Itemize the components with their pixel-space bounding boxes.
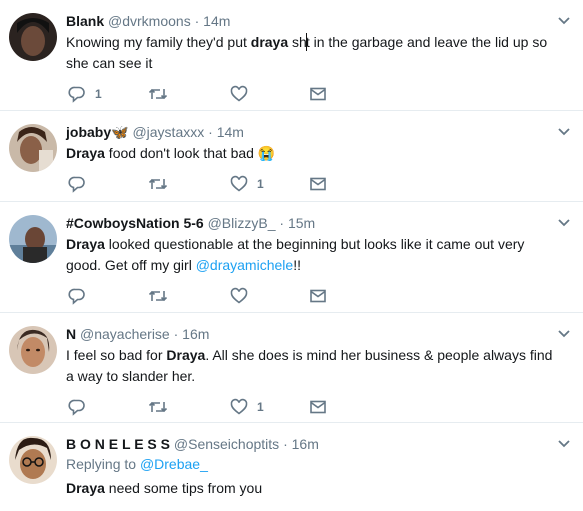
handle[interactable]: @Senseichoptits — [174, 436, 279, 452]
handle[interactable]: @BlizzyB_ — [208, 215, 276, 231]
timestamp[interactable]: 15m — [288, 215, 315, 231]
tweet-actions — [66, 278, 553, 314]
envelope-icon — [310, 400, 326, 414]
tweet-text: Draya food don't look that bad 😭 — [66, 145, 276, 161]
heart-icon — [230, 85, 248, 102]
handle[interactable]: @jaystaxxx — [132, 124, 204, 140]
chevron-down-icon[interactable] — [557, 127, 571, 137]
envelope-icon — [310, 177, 326, 191]
chevron-down-icon[interactable] — [557, 439, 571, 449]
mention-link[interactable]: @drayamichele — [196, 257, 293, 273]
reply-icon — [68, 176, 85, 193]
like-button[interactable] — [230, 85, 257, 103]
retweet-button[interactable] — [148, 175, 168, 193]
retweet-button[interactable] — [148, 287, 168, 305]
reply-button[interactable] — [68, 287, 95, 305]
reply-count: 1 — [95, 87, 102, 101]
tweet-text: I feel so bad for Draya. All she does is… — [66, 347, 553, 384]
tweet-actions: 1 — [66, 76, 553, 112]
envelope-icon — [310, 289, 326, 303]
like-count: 1 — [257, 177, 264, 191]
avatar[interactable] — [9, 326, 57, 374]
tweet-actions: 1 — [66, 389, 553, 425]
tweet[interactable]: B O N E L E S S @Senseichoptits · 16m Re… — [0, 423, 583, 511]
reply-button[interactable] — [68, 175, 95, 193]
retweet-button[interactable] — [148, 398, 168, 416]
display-name[interactable]: jobaby🦋 — [66, 124, 129, 140]
avatar[interactable] — [9, 124, 57, 172]
retweet-icon — [148, 290, 168, 302]
display-name[interactable]: Blank — [66, 13, 104, 29]
heart-icon — [230, 398, 248, 415]
handle[interactable]: @nayacherise — [80, 326, 170, 342]
chevron-down-icon[interactable] — [557, 329, 571, 339]
heart-icon — [230, 175, 248, 192]
tweet-header: N @nayacherise · 16m — [66, 324, 553, 344]
tweet-header: Blank @dvrkmoons · 14m — [66, 11, 553, 31]
timestamp[interactable]: 16m — [292, 436, 319, 452]
separator: · — [283, 436, 288, 452]
display-name[interactable]: B O N E L E S S — [66, 436, 170, 452]
tweet[interactable]: jobaby🦋 @jaystaxxx · 14m Draya food don'… — [0, 111, 583, 202]
timestamp[interactable]: 14m — [217, 124, 244, 140]
handle[interactable]: @dvrkmoons — [108, 13, 191, 29]
avatar[interactable] — [9, 215, 57, 263]
separator: · — [279, 215, 285, 231]
retweet-icon — [148, 88, 168, 100]
direct-message-button[interactable] — [309, 175, 327, 193]
direct-message-button[interactable] — [309, 85, 327, 103]
tweet-feed: Blank @dvrkmoons · 14m Knowing my family… — [0, 0, 583, 511]
timestamp[interactable]: 14m — [203, 13, 230, 29]
reply-icon — [68, 399, 85, 416]
reply-button[interactable] — [68, 398, 95, 416]
tweet[interactable]: #CowboysNation 5-6 @BlizzyB_ · 15m Draya… — [0, 202, 583, 313]
direct-message-button[interactable] — [309, 287, 327, 305]
tweet-text: Knowing my family they'd put draya sht i… — [66, 33, 548, 71]
replying-to: Replying to @Drebae_ — [66, 456, 208, 472]
reply-button[interactable]: 1 — [68, 85, 102, 103]
display-name[interactable]: N — [66, 326, 76, 342]
tweet[interactable]: Blank @dvrkmoons · 14m Knowing my family… — [0, 0, 583, 111]
like-count: 1 — [257, 400, 264, 414]
display-name[interactable]: #CowboysNation 5-6 — [66, 215, 204, 231]
direct-message-button[interactable] — [309, 398, 327, 416]
tweet-header: jobaby🦋 @jaystaxxx · 14m — [66, 122, 553, 142]
like-button[interactable]: 1 — [230, 175, 264, 193]
retweet-button[interactable] — [148, 85, 168, 103]
chevron-down-icon[interactable] — [557, 16, 571, 26]
tweet-actions: 1 — [66, 166, 553, 202]
separator: · — [208, 124, 213, 140]
like-button[interactable]: 1 — [230, 398, 264, 416]
separator: · — [194, 13, 200, 29]
heart-icon — [230, 287, 248, 304]
avatar[interactable] — [9, 13, 57, 61]
mention-link[interactable]: @Drebae_ — [140, 456, 208, 472]
tweet-text: Draya looked questionable at the beginni… — [66, 236, 525, 273]
like-button[interactable] — [230, 287, 257, 305]
reply-icon — [68, 288, 85, 305]
separator: · — [173, 326, 179, 342]
tweet-text: Draya need some tips from you — [66, 480, 263, 496]
avatar[interactable] — [9, 436, 57, 484]
tweet-header: B O N E L E S S @Senseichoptits · 16m — [66, 434, 553, 454]
retweet-icon — [148, 401, 168, 413]
envelope-icon — [310, 87, 326, 101]
tweet-header: #CowboysNation 5-6 @BlizzyB_ · 15m — [66, 213, 553, 233]
tweet[interactable]: N @nayacherise · 16m I feel so bad for D… — [0, 313, 583, 423]
retweet-icon — [148, 178, 168, 190]
timestamp[interactable]: 16m — [182, 326, 209, 342]
chevron-down-icon[interactable] — [557, 218, 571, 228]
reply-icon — [68, 86, 85, 103]
